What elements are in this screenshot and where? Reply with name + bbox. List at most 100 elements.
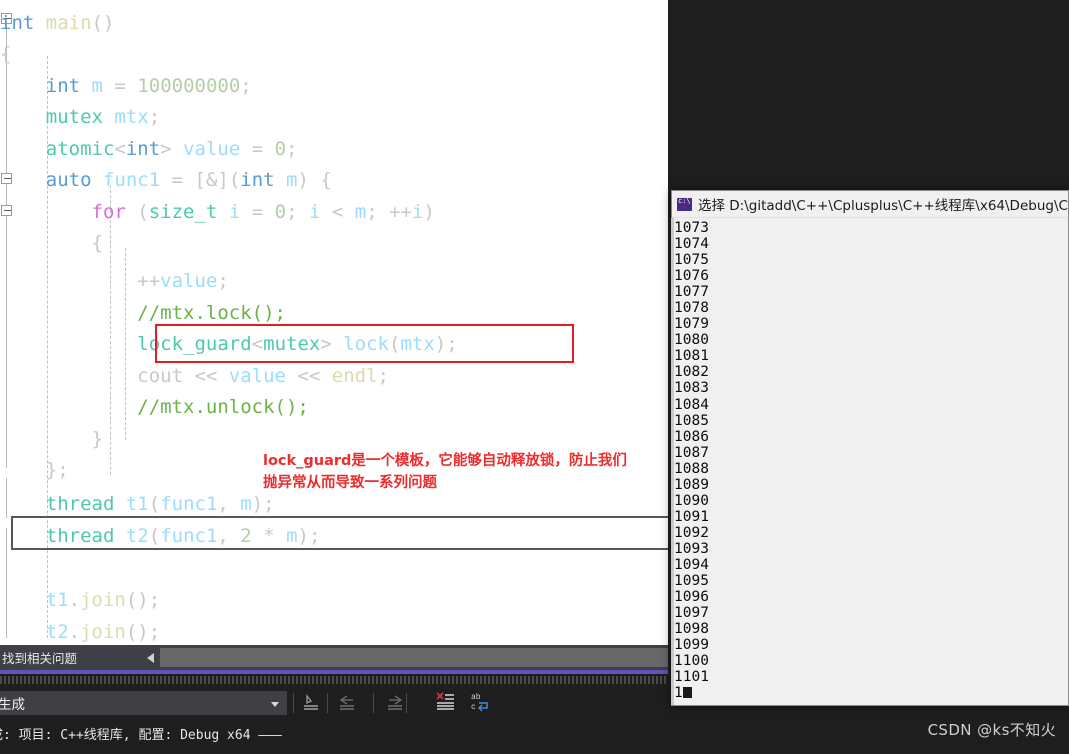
console-line: 1090	[674, 492, 709, 509]
code-token: );	[434, 333, 458, 355]
svg-text:c: c	[471, 703, 476, 712]
code-token: 0	[274, 201, 287, 223]
console-window[interactable]: 选择 D:\gitadd\C++\Cplusplus\C++线程库\x64\De…	[671, 190, 1069, 706]
code-token: ; ++	[366, 201, 412, 223]
code-token: func1	[160, 525, 218, 547]
error-list-strip[interactable]: 找到相关问题	[0, 645, 668, 670]
code-line[interactable]: {	[0, 39, 668, 70]
code-token: main	[45, 12, 92, 34]
code-line[interactable]: atomic<int> value = 0;	[0, 134, 668, 165]
code-token: }	[0, 428, 103, 450]
chevron-left-icon	[146, 652, 154, 663]
code-token: ) {	[297, 169, 332, 191]
code-line[interactable]: lock_guard<mutex> lock(mtx);	[0, 329, 668, 360]
code-token: =	[240, 201, 275, 223]
code-token: >	[160, 138, 184, 160]
code-token: endl	[331, 365, 378, 387]
code-token: );	[297, 525, 321, 547]
code-editor[interactable]: int main(){ int m = 100000000; mutex mtx…	[0, 0, 668, 645]
horizontal-scrollbar[interactable]	[160, 648, 668, 667]
dotted-divider	[0, 676, 668, 684]
word-wrap-icon[interactable]: ab c	[470, 691, 492, 713]
code-token: m	[286, 525, 298, 547]
code-line[interactable]: //mtx.lock();	[0, 298, 668, 329]
code-token: <<	[183, 365, 229, 387]
console-line: 1084	[674, 396, 709, 413]
code-line[interactable]: int m = 100000000;	[0, 71, 668, 102]
console-title-bar[interactable]: 选择 D:\gitadd\C++\Cplusplus\C++线程库\x64\De…	[672, 191, 1069, 218]
console-line: 1097	[674, 605, 709, 622]
code-token: func1	[102, 169, 161, 191]
code-line[interactable]: t2.join();	[0, 617, 668, 645]
output-toolbar[interactable]: 生成	[0, 688, 668, 718]
code-line[interactable]: ++value;	[0, 266, 668, 297]
code-line[interactable]: int main()	[0, 8, 668, 39]
code-token: 0	[274, 138, 287, 160]
output-source-dropdown[interactable]: 生成	[0, 691, 287, 715]
console-line: 1080	[674, 332, 709, 349]
console-line: 1086	[674, 428, 709, 445]
code-token: i	[411, 201, 424, 223]
code-line[interactable]: cout << value << endl;	[0, 361, 668, 392]
code-token: =	[240, 138, 275, 160]
hscroll-left-button[interactable]	[141, 645, 159, 670]
console-line: 1085	[674, 412, 709, 429]
console-line: 1087	[674, 444, 709, 461]
console-line: 1101	[674, 669, 709, 686]
code-token: t1	[0, 589, 69, 611]
code-token: =	[160, 169, 195, 191]
code-token: value	[228, 365, 286, 387]
console-output[interactable]: 1073 1074 1075 1076 1077 1078 1079 1080 1081 1082…	[672, 218, 1068, 705]
code-token: ();	[125, 589, 161, 611]
code-token: lock	[343, 333, 389, 355]
code-token: [&](	[194, 169, 241, 191]
code-token: m	[240, 493, 252, 515]
code-token: (	[125, 201, 149, 223]
console-title-text: 选择 D:\gitadd\C++\Cplusplus\C++线程库\x64\De…	[698, 198, 1069, 214]
code-token: int	[0, 12, 35, 34]
clear-all-icon[interactable]	[435, 691, 457, 713]
code-token: thread	[0, 525, 115, 547]
code-line[interactable]: t1.join();	[0, 585, 668, 616]
console-line: 1096	[674, 589, 709, 606]
code-token: value	[183, 138, 241, 160]
toolbar-separator	[373, 693, 374, 713]
console-caret	[682, 687, 692, 699]
code-token: //mtx.unlock();	[0, 396, 309, 418]
chevron-down-icon	[271, 702, 279, 707]
navigate-forward-icon[interactable]	[384, 692, 406, 714]
code-token: thread	[0, 493, 115, 515]
navigate-back-icon[interactable]	[336, 692, 358, 714]
code-line[interactable]: //mtx.unlock();	[0, 392, 668, 423]
toolbar-separator	[293, 693, 294, 713]
code-token: <	[251, 333, 264, 355]
code-token: cout	[0, 365, 184, 387]
code-token: ,	[217, 493, 241, 515]
toolbar-separator	[327, 693, 328, 713]
code-line[interactable]: for (size_t i = 0; i < m; ++i)	[0, 197, 668, 228]
console-line: 1089	[674, 476, 709, 493]
code-line[interactable]: mutex mtx;	[0, 102, 668, 133]
console-scrollbar[interactable]	[671, 218, 674, 705]
code-line[interactable]: {	[0, 228, 668, 259]
code-token: i	[308, 201, 321, 223]
code-token: m	[354, 201, 367, 223]
console-line: 1093	[674, 540, 709, 557]
console-app-icon	[677, 197, 692, 211]
code-token: ;	[148, 106, 161, 128]
code-token: auto	[0, 169, 92, 191]
code-line[interactable]: thread t2(func1, 2 * m);	[0, 521, 668, 552]
error-list-label: 找到相关问题	[2, 652, 78, 666]
code-token: *	[251, 525, 287, 547]
go-to-source-icon[interactable]	[300, 692, 322, 714]
code-line[interactable]: auto func1 = [&](int m) {	[0, 165, 668, 196]
code-token: {	[0, 232, 103, 254]
code-token: ;	[286, 138, 298, 160]
svg-text:ab: ab	[471, 693, 481, 702]
console-line: 1075	[674, 252, 709, 269]
code-token: lock_guard	[0, 333, 252, 355]
